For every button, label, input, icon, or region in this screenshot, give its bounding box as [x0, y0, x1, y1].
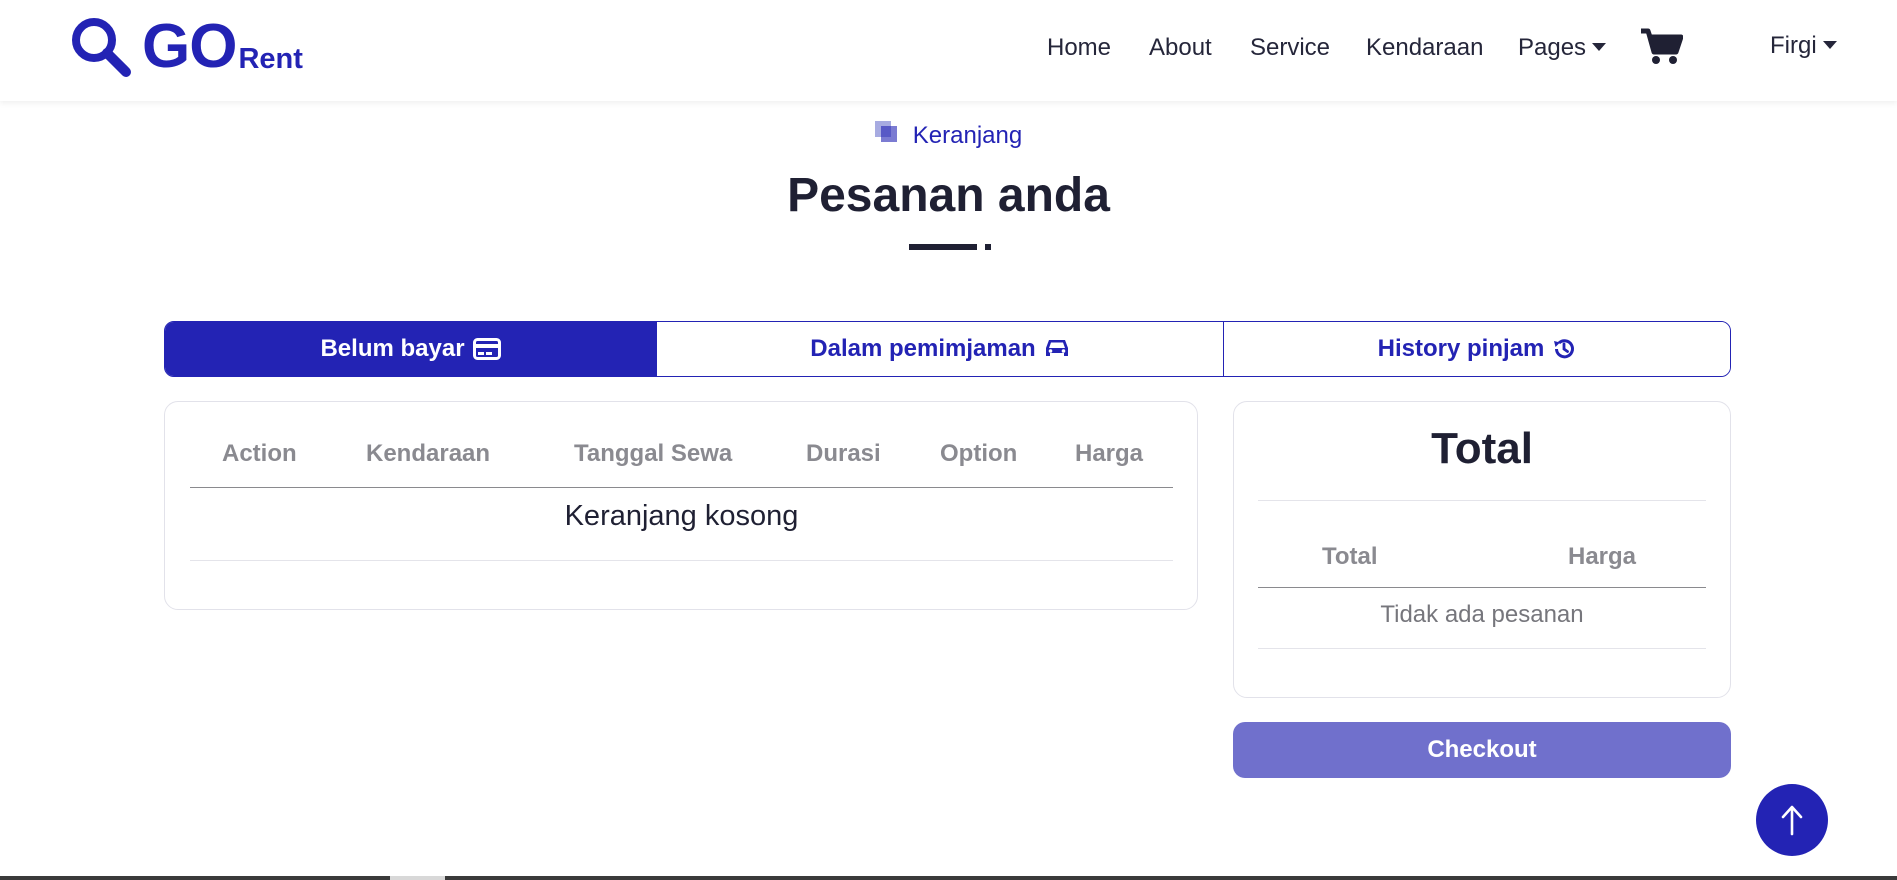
page-title: Pesanan anda [787, 169, 1110, 222]
shopping-cart-icon[interactable] [1641, 28, 1683, 66]
tab-history-pinjam[interactable]: History pinjam [1223, 322, 1730, 376]
empty-order-message: Tidak ada pesanan [1380, 601, 1584, 628]
nav-about[interactable]: About [1149, 33, 1212, 63]
table-header-divider [190, 487, 1173, 488]
arrow-up-icon [1781, 805, 1803, 836]
tab-label: Dalam pemimjaman [810, 335, 1036, 362]
tab-dalam-pemimjaman[interactable]: Dalam pemimjaman [656, 322, 1223, 376]
nav-service[interactable]: Service [1250, 33, 1330, 63]
brand-name: GO [142, 12, 237, 81]
title-underline-dot [985, 244, 991, 250]
column-header-tanggal-sewa: Tanggal Sewa [574, 440, 733, 467]
column-header-action: Action [222, 440, 297, 467]
back-to-top-button[interactable] [1756, 784, 1828, 856]
car-icon [1045, 340, 1068, 356]
total-title: Total [1431, 424, 1533, 473]
summary-header-total: Total [1322, 543, 1378, 570]
nav-pages-label: Pages [1518, 34, 1587, 61]
user-name: Firgi [1770, 32, 1817, 59]
navbar: GO Rent Home About Service Kendaraan Pag… [0, 0, 1897, 101]
empty-cart-message: Keranjang kosong [564, 500, 799, 532]
summary-header-harga: Harga [1568, 543, 1637, 570]
column-header-durasi: Durasi [806, 440, 881, 467]
brand-suffix: Rent [238, 43, 303, 75]
total-title-divider [1258, 500, 1706, 501]
user-menu-dropdown[interactable]: Firgi [1770, 31, 1837, 61]
table-row-divider [190, 560, 1173, 561]
brand-logo[interactable]: GO Rent [70, 16, 303, 78]
order-tabs: Belum bayar Dalam pemimjaman History pin… [164, 321, 1731, 377]
title-underline [909, 244, 977, 250]
nav-pages-dropdown[interactable]: Pages [1518, 33, 1607, 63]
history-icon [1554, 339, 1575, 359]
column-header-kendaraan: Kendaraan [366, 440, 491, 467]
nav-kendaraan[interactable]: Kendaraan [1366, 33, 1483, 63]
column-header-option: Option [940, 440, 1018, 467]
checkout-button[interactable]: Checkout [1233, 722, 1731, 778]
column-header-harga: Harga [1075, 440, 1144, 467]
summary-row-divider [1258, 648, 1706, 649]
section-subtitle: Keranjang [0, 120, 1897, 150]
section-subtitle-text: Keranjang [912, 122, 1023, 149]
search-icon [72, 18, 131, 77]
tab-label: Belum bayar [320, 335, 465, 362]
tab-belum-bayar[interactable]: Belum bayar [165, 322, 656, 376]
summary-header-divider [1258, 587, 1706, 588]
caret-down-icon [1592, 42, 1607, 51]
window-bottom-edge [0, 876, 1897, 880]
squares-icon [874, 120, 901, 145]
nav-home[interactable]: Home [1047, 33, 1111, 63]
credit-card-icon [472, 338, 501, 360]
caret-down-icon [1822, 40, 1837, 49]
tab-label: History pinjam [1377, 335, 1545, 362]
